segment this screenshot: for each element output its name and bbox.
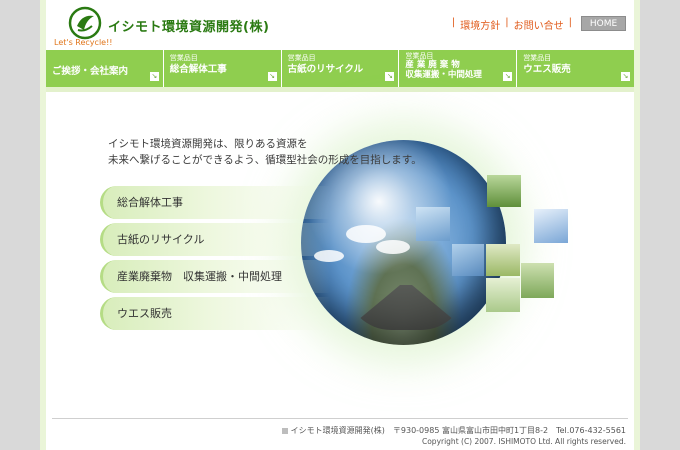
link-contact[interactable]: お問い合せ xyxy=(514,17,564,32)
link-separator: | xyxy=(505,17,509,28)
link-environment-policy[interactable]: 環境方針 xyxy=(460,17,500,32)
arrow-icon: ↘ xyxy=(149,72,159,81)
nav-item-demolition[interactable]: 営業品目 総合解体工事 ↘ xyxy=(164,50,282,87)
square-icon xyxy=(281,427,288,434)
nav-item-label: 総合解体工事 xyxy=(169,64,227,75)
arrow-icon: ↘ xyxy=(385,72,395,81)
service-menu: 総合解体工事 古紙のリサイクル 産業廃棄物 収集運搬・中間処理 ウエス販売 xyxy=(100,186,330,334)
intro-line: イシモト環境資源開発は、限りある資源を xyxy=(108,138,308,150)
intro-line: 未来へ繋げることができるよう、循環型社会の形成を目指します。 xyxy=(108,154,422,166)
arrow-icon: ↘ xyxy=(267,72,277,81)
nav-item-label: ご挨拶・会社案内 xyxy=(52,66,129,77)
nav-item-label: 古紙のリサイクル xyxy=(287,64,364,75)
nav-item-category: 営業品目 xyxy=(287,54,316,62)
copyright: Copyright (C) 2007. ISHIMOTO Ltd. All ri… xyxy=(421,437,626,446)
photo-tile xyxy=(452,244,484,276)
nav-item-greeting[interactable]: ご挨拶・会社案内 ↘ xyxy=(46,50,164,87)
photo-tile xyxy=(416,207,450,241)
nav-item-category: 営業品目 xyxy=(169,54,198,62)
top-links: | 環境方針 | お問い合せ | xyxy=(452,17,572,32)
nav-item-label: 産 業 廃 棄 物 xyxy=(405,60,460,70)
page-container: イシモト環境資源開発(株) Let's Recycle!! | 環境方針 | お… xyxy=(40,0,640,450)
cloud-shape xyxy=(376,240,410,254)
nav-item-rags[interactable]: 営業品目 ウエス販売 ↘ xyxy=(517,50,634,87)
link-separator: | xyxy=(568,17,572,28)
logo-icon[interactable] xyxy=(68,6,102,40)
nav-item-industrial-waste[interactable]: 営業品目 産 業 廃 棄 物 収集運搬・中間処理 ↘ xyxy=(399,50,518,87)
brand-name[interactable]: イシモト環境資源開発(株) xyxy=(108,16,269,35)
tagline: Let's Recycle!! xyxy=(54,38,113,47)
nav-item-label-2: 収集運搬・中間処理 xyxy=(405,70,482,80)
main-nav: ご挨拶・会社案内 ↘ 営業品目 総合解体工事 ↘ 営業品目 古紙のリサイクル ↘… xyxy=(46,50,634,87)
nav-divider xyxy=(46,87,634,92)
nav-item-label: ウエス販売 xyxy=(523,64,571,75)
arrow-icon: ↘ xyxy=(620,72,630,81)
photo-tile xyxy=(486,278,520,312)
nav-item-paper-recycle[interactable]: 営業品目 古紙のリサイクル ↘ xyxy=(282,50,400,87)
arrow-icon: ↘ xyxy=(503,72,513,81)
menu-industrial-waste[interactable]: 産業廃棄物 収集運搬・中間処理 xyxy=(100,260,330,293)
nav-item-category: 営業品目 xyxy=(523,54,552,62)
address-text: イシモト環境資源開発(株) 〒930-0985 富山県富山市田中町1丁目8-2 … xyxy=(290,426,626,435)
photo-tile xyxy=(486,244,520,276)
menu-rags[interactable]: ウエス販売 xyxy=(100,297,330,330)
photo-tile xyxy=(534,209,568,243)
cloud-shape xyxy=(346,225,386,243)
photo-tile xyxy=(521,263,554,298)
menu-paper-recycle[interactable]: 古紙のリサイクル xyxy=(100,223,330,256)
menu-demolition[interactable]: 総合解体工事 xyxy=(100,186,330,219)
photo-tile xyxy=(487,175,521,207)
footer-divider xyxy=(52,418,628,419)
footer-address: イシモト環境資源開発(株) 〒930-0985 富山県富山市田中町1丁目8-2 … xyxy=(281,425,626,436)
intro-text: イシモト環境資源開発は、限りある資源を 未来へ繋げることができるよう、循環型社会… xyxy=(108,136,422,168)
nav-item-category: 営業品目 xyxy=(405,52,434,60)
link-separator: | xyxy=(451,17,456,28)
home-button[interactable]: HOME xyxy=(581,16,626,31)
